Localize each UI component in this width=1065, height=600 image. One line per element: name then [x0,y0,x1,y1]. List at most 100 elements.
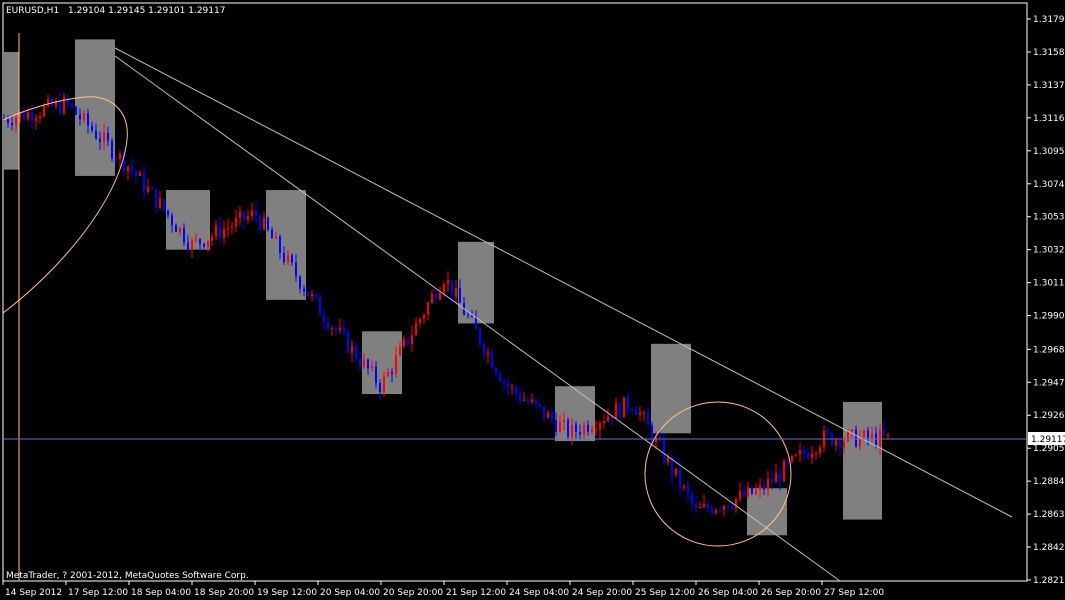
candle-body [351,345,353,353]
candle-body [775,473,777,483]
candle-body [815,452,817,454]
candle-body [691,493,693,504]
candle-body [635,409,637,415]
candle-body [851,429,853,432]
price-tick-label: 1.28635 [1033,510,1065,520]
highlight-box[interactable] [651,343,691,434]
candle-body [571,424,573,437]
candle-body [419,318,421,324]
candle-body [379,383,381,393]
candle-body [239,211,241,218]
candle-body [559,422,561,432]
price-tick-label: 1.29265 [1033,411,1065,421]
candle-body [431,294,433,303]
candle-body [595,429,597,431]
candle-body [159,198,161,209]
candle-body [207,240,209,247]
time-tick-label: 18 Sep 20:00 [194,588,254,598]
candle-body [879,430,881,447]
candle-body [227,227,229,230]
candle-body [711,508,713,514]
candle-body [519,393,521,401]
highlight-box[interactable] [75,39,115,176]
candle-body [447,280,449,285]
candle-body [215,225,217,237]
price-tick-label: 1.28845 [1033,477,1065,487]
highlight-box[interactable] [843,401,882,520]
candle-body [887,433,889,436]
candle-body [63,97,65,114]
highlight-box[interactable] [3,51,19,170]
candle-body [231,226,233,228]
candle-body [667,457,669,463]
candle-body [251,210,253,217]
highlight-box[interactable] [555,386,595,442]
candle-body [863,430,865,437]
candle-body [219,225,221,239]
price-tick-label: 1.31580 [1033,48,1065,58]
candle-body [747,487,749,497]
candle-body [79,114,81,120]
price-chart[interactable]: 1.31790 1.31580 1.31370 1.31160 1.30950 1.307… [0,0,1065,600]
candle-body [275,236,277,239]
candle-body [679,468,681,488]
price-tick-label: 1.30950 [1033,147,1065,157]
candle-body [311,294,313,296]
candle-body [75,106,77,115]
candle-body [615,403,617,420]
candle-body [603,421,605,424]
candle-body [779,473,781,482]
candle-body [567,420,569,437]
candle-body [91,125,93,131]
candle-body [235,217,237,227]
candle-body [811,453,813,458]
candle-body [875,433,877,447]
candle-body [771,479,773,483]
candle-body [399,346,401,356]
candle-body [827,430,829,434]
candle-body [479,328,481,344]
candle-body [223,229,225,239]
candle-body [839,440,841,448]
candle-body [719,510,721,512]
time-tick-label: 14 Sep 2012 [5,588,62,598]
candle-body [515,386,517,394]
price-tick-label: 1.30320 [1033,246,1065,256]
candle-body [835,440,837,446]
candle-body [283,253,285,262]
candle-body [287,255,289,262]
candle-body [699,506,701,508]
candle-body [655,437,657,442]
candle-body [639,412,641,415]
candle-body [175,225,177,232]
candle-body [547,412,549,418]
time-tick-label: 20 Sep 20:00 [383,588,443,598]
candle-body [783,461,785,482]
candle-body [407,338,409,344]
candle-body [359,359,361,367]
candle-body [343,327,345,332]
candle-body [327,322,329,330]
candle-body [495,367,497,374]
candle-body [395,355,397,374]
candle-body [139,172,141,176]
candle-body [127,166,129,171]
ohlc-readout: 1.29104 1.29145 1.29101 1.29117 [68,6,225,16]
candle-body [743,491,745,497]
candle-body [323,315,325,323]
candle-body [523,399,525,401]
candle-body [727,505,729,508]
candle-body [367,359,369,369]
candle-body [871,433,873,439]
time-tick-label: 17 Sep 12:00 [68,588,128,598]
candle-body [707,503,709,509]
candle-body [555,419,557,432]
time-tick-label: 26 Sep 04:00 [698,588,758,598]
candle-body [59,101,61,114]
candle-body [563,420,565,423]
candle-body [847,431,849,442]
time-tick-label: 24 Sep 04:00 [509,588,569,598]
candle-body [451,280,453,297]
candle-body [723,505,725,511]
time-tick-label: 21 Sep 12:00 [446,588,506,598]
